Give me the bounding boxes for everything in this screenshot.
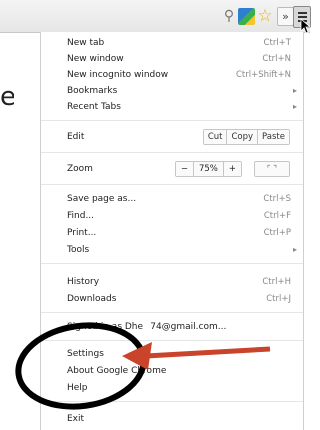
menu-divider — [41, 184, 303, 185]
menu-item-help[interactable]: Help — [67, 381, 295, 395]
zoom-controls: − 75% + — [174, 161, 242, 177]
menu-label: Downloads — [67, 294, 117, 304]
copy-button[interactable]: Copy — [226, 130, 258, 144]
menu-label: New window — [67, 54, 124, 64]
menu-label: New tab — [67, 38, 105, 48]
menu-item-print[interactable]: Print... Ctrl+P — [67, 226, 295, 240]
submenu-arrow-icon: ▸ — [292, 102, 297, 111]
menu-item-history[interactable]: History Ctrl+H — [67, 275, 295, 289]
shortcut-label: Ctrl+S — [263, 194, 291, 204]
menu-label: Settings — [67, 349, 104, 359]
menu-item-new-tab[interactable]: New tab Ctrl+T — [67, 36, 295, 50]
menu-item-save-page[interactable]: Save page as... Ctrl+S — [67, 192, 295, 206]
fullscreen-icon[interactable]: ⌜ ⌝ — [254, 161, 290, 177]
menu-divider — [41, 263, 303, 264]
menu-label: Edit — [67, 132, 85, 142]
shortcut-label: Ctrl+P — [263, 228, 291, 238]
cut-button[interactable]: Cut — [203, 130, 227, 144]
menu-label: New incognito window — [67, 70, 169, 80]
menu-item-recent-tabs[interactable]: Recent Tabs ▸ — [67, 100, 297, 114]
chrome-menu: New tab Ctrl+T New window Ctrl+N New inc… — [40, 32, 304, 430]
menu-label: Zoom — [67, 164, 93, 174]
menu-item-zoom: Zoom − 75% + ⌜ ⌝ — [67, 161, 295, 177]
magnifier-icon[interactable]: ⚲ — [221, 6, 237, 26]
menu-label: Help — [67, 383, 88, 393]
menu-item-new-window[interactable]: New window Ctrl+N — [67, 52, 295, 66]
left-text-fragment: e — [0, 82, 14, 112]
page-icon[interactable] — [238, 8, 255, 25]
shortcut-label: Ctrl+T — [263, 38, 291, 48]
menu-divider — [41, 152, 303, 153]
zoom-out-button[interactable]: − — [175, 162, 193, 176]
shortcut-label: Ctrl+N — [262, 54, 291, 64]
menu-item-find[interactable]: Find... Ctrl+F — [67, 209, 295, 223]
star-icon[interactable]: ☆ — [256, 6, 274, 26]
menu-label: History — [67, 277, 100, 287]
chevron-icon[interactable]: » — [277, 7, 294, 26]
menu-label: Find... — [67, 211, 95, 221]
menu-label: Signed in as Dhe 74@gmail.com... — [67, 322, 227, 332]
menu-item-downloads[interactable]: Downloads Ctrl+J — [67, 292, 295, 306]
menu-divider — [41, 120, 303, 121]
shortcut-label: Ctrl+F — [263, 211, 291, 221]
menu-label: Bookmarks — [67, 86, 118, 96]
shortcut-label: Ctrl+Shift+N — [235, 70, 291, 80]
menu-item-bookmarks[interactable]: Bookmarks ▸ — [67, 84, 297, 98]
menu-label: Save page as... — [67, 194, 137, 204]
zoom-in-button[interactable]: + — [222, 162, 241, 176]
menu-label: Exit — [67, 414, 85, 424]
menu-label: Print... — [67, 228, 97, 238]
menu-divider — [41, 401, 303, 402]
edit-button-group: Cut Copy Paste — [202, 129, 290, 145]
menu-item-exit[interactable]: Exit — [67, 412, 295, 426]
menu-item-edit: Edit Cut Copy Paste — [67, 129, 295, 145]
shortcut-label: Ctrl+J — [266, 294, 291, 304]
menu-label: Recent Tabs — [67, 102, 121, 112]
menu-label: About Google Chrome — [67, 366, 167, 376]
paste-button[interactable]: Paste — [257, 130, 289, 144]
menu-item-settings[interactable]: Settings — [67, 347, 295, 361]
browser-toolbar: ⚲ ☆ » — [0, 0, 311, 33]
menu-item-new-incognito[interactable]: New incognito window Ctrl+Shift+N — [67, 68, 295, 82]
submenu-arrow-icon: ▸ — [292, 245, 297, 254]
menu-item-signed-in[interactable]: Signed in as Dhe 74@gmail.com... — [67, 320, 295, 334]
submenu-arrow-icon: ▸ — [292, 86, 297, 95]
menu-item-about[interactable]: About Google Chrome — [67, 364, 295, 378]
menu-divider — [41, 340, 303, 341]
menu-divider — [41, 312, 303, 313]
menu-label: Tools — [67, 245, 90, 255]
zoom-level: 75% — [192, 162, 223, 176]
shortcut-label: Ctrl+H — [262, 277, 291, 287]
menu-item-tools[interactable]: Tools ▸ — [67, 243, 297, 257]
